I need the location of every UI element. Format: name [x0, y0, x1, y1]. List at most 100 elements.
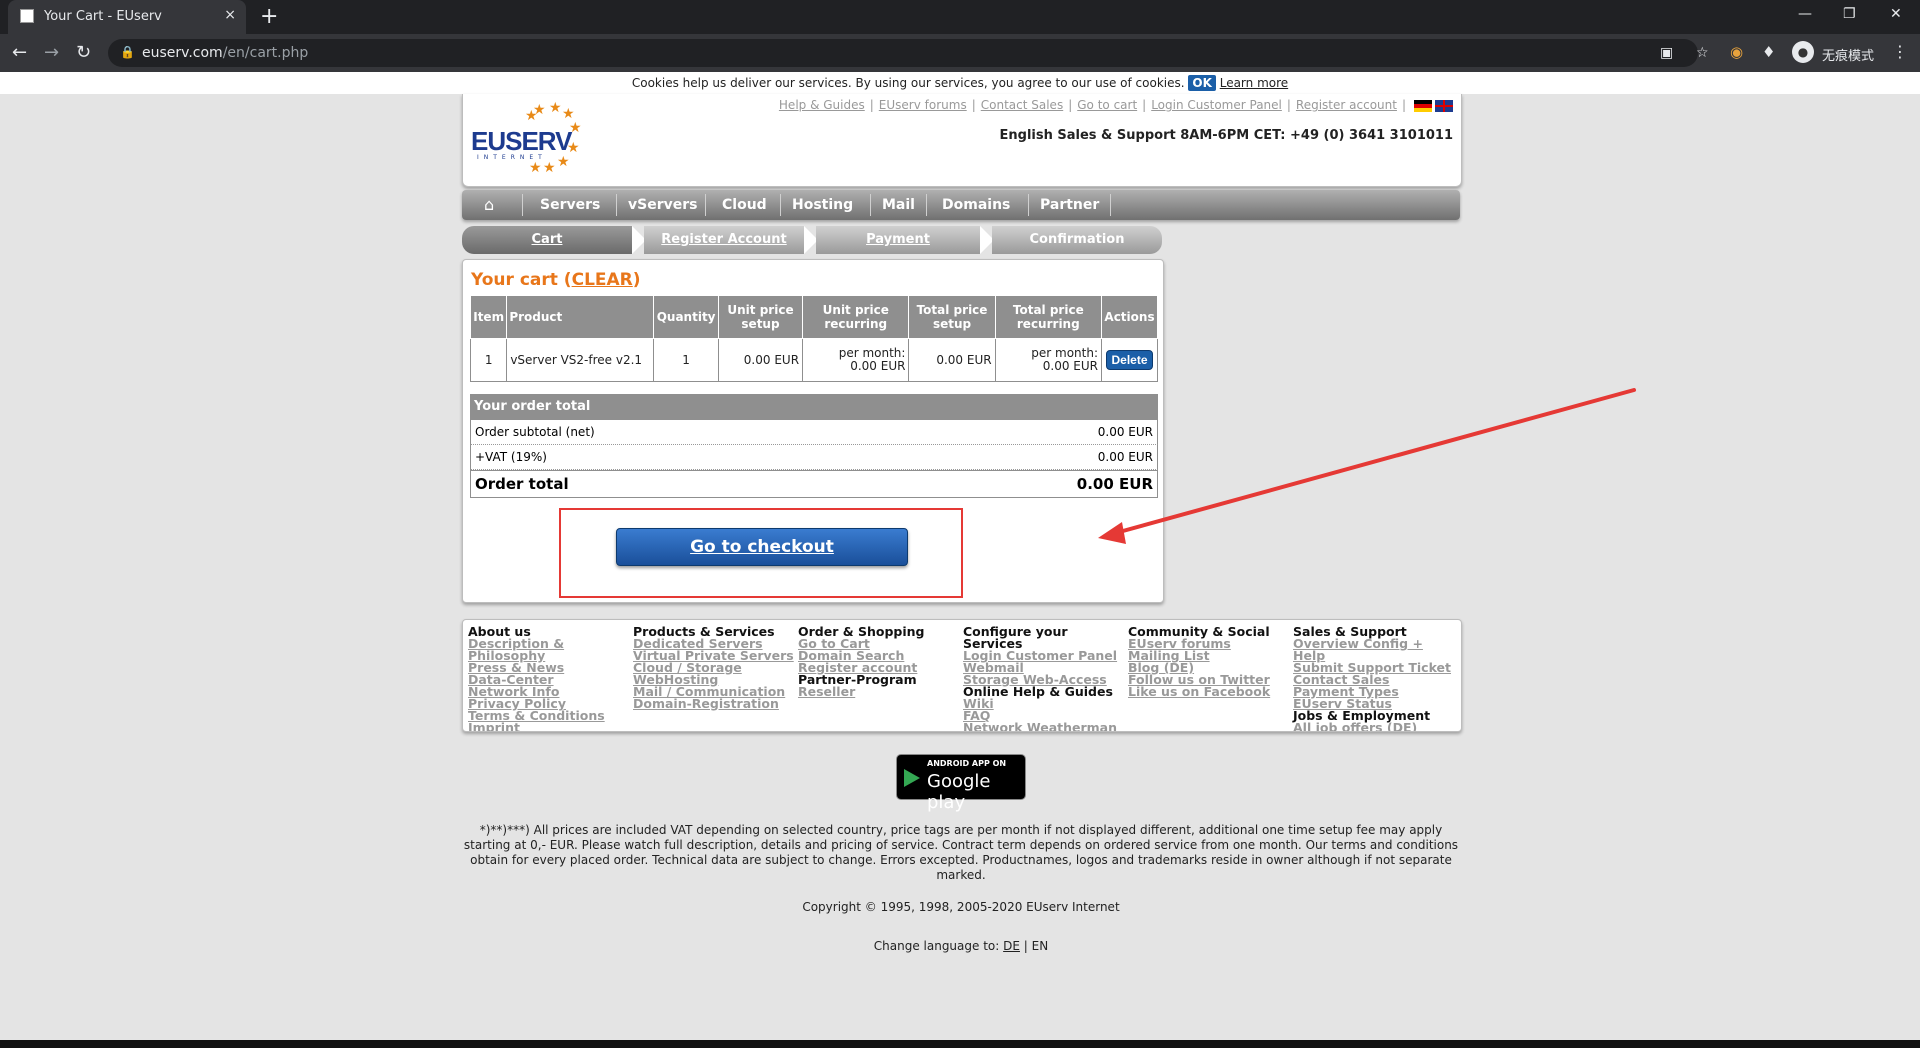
nav-hosting[interactable]: Hosting	[792, 197, 853, 213]
col-actions: Actions	[1101, 295, 1158, 339]
header-top-links: Help & Guides | EUserv forums | Contact Sale…	[779, 98, 1453, 112]
bookmark-star-icon[interactable]: ☆	[1696, 45, 1709, 61]
contact-sales-link[interactable]: Contact Sales	[981, 98, 1063, 112]
order-total-section: Your order total Order subtotal (net) 0.0…	[470, 394, 1158, 498]
order-vat-row: +VAT (19%) 0.00 EUR	[470, 445, 1158, 470]
logo-star-icon: ★	[543, 160, 556, 176]
site-header: ★ ★ ★ ★ ★ ★ ★ ★ ★ EUSERV INTERNET Help &…	[462, 94, 1462, 187]
cart-title: Your cart (CLEAR)	[471, 270, 641, 290]
register-account-link[interactable]: Register account	[1296, 98, 1397, 112]
nav-servers[interactable]: Servers	[540, 197, 600, 213]
nav-mail[interactable]: Mail	[882, 197, 915, 213]
browser-tab[interactable]: Your Cart - EUserv ×	[8, 0, 246, 34]
google-play-badge[interactable]: ANDROID APP ON Google play	[896, 754, 1026, 813]
go-to-checkout-button[interactable]: Go to checkout	[616, 528, 908, 566]
footer-link[interactable]: Imprint	[468, 721, 630, 731]
forward-icon[interactable]: →	[44, 42, 59, 63]
footer-col-order: Order & Shopping Go to Cart Domain Searc…	[798, 625, 960, 698]
browser-menu-icon[interactable]: ⋮	[1892, 42, 1908, 61]
checkout-steps: Cart Register Account Payment Confirmati…	[462, 226, 1162, 254]
cell-quantity: 1	[653, 338, 719, 382]
order-subtotal-row: Order subtotal (net) 0.00 EUR	[470, 420, 1158, 445]
cookie-learn-more-link[interactable]: Learn more	[1220, 76, 1288, 90]
logo-star-icon: ★	[549, 100, 562, 116]
footer-col-sales: Sales & Support Overview Config + Help S…	[1293, 625, 1455, 731]
euserv-logo[interactable]: ★ ★ ★ ★ ★ ★ ★ ★ ★ EUSERV INTERNET	[469, 100, 589, 180]
footer-col-about: About us Description & Philosophy Press …	[468, 625, 630, 731]
nav-vservers[interactable]: vServers	[628, 197, 697, 213]
footer-link[interactable]: Like us on Facebook	[1128, 685, 1290, 698]
delete-button[interactable]: Delete	[1106, 350, 1153, 370]
favicon-icon	[20, 9, 34, 23]
footer-link[interactable]: Domain-Registration	[633, 697, 795, 710]
logo-star-icon: ★	[525, 108, 538, 124]
tab-title: Your Cart - EUserv	[44, 9, 162, 24]
clear-cart-link[interactable]: CLEAR	[572, 270, 633, 290]
highlight-box: Go to checkout	[559, 508, 963, 598]
login-customer-panel-link[interactable]: Login Customer Panel	[1151, 98, 1282, 112]
browser-tab-bar: Your Cart - EUserv × + — ❐ ✕	[0, 0, 1920, 34]
window-close-icon[interactable]: ✕	[1890, 6, 1902, 22]
restore-icon[interactable]: ❐	[1843, 6, 1856, 22]
footer-link[interactable]: All job offers (DE)	[1293, 721, 1455, 731]
home-icon[interactable]: ⌂	[484, 195, 494, 214]
minimize-icon[interactable]: —	[1798, 6, 1812, 22]
translate-icon[interactable]: ▣	[1660, 45, 1673, 61]
col-product: Product	[506, 295, 655, 339]
logo-subtitle: INTERNET	[477, 154, 547, 161]
footer-link[interactable]: Network Weatherman	[963, 721, 1125, 731]
col-unit-setup: Unit price setup	[717, 295, 804, 339]
site-footer: About us Description & Philosophy Press …	[462, 619, 1462, 732]
footer-col-community: Community & Social EUserv forums Mailing…	[1128, 625, 1290, 698]
cell-actions: Delete	[1101, 338, 1158, 382]
col-item: Item	[469, 295, 508, 339]
footer-col-products: Products & Services Dedicated Servers Vi…	[633, 624, 795, 711]
cart-panel: Your cart (CLEAR) Item Product Quantity …	[462, 259, 1164, 603]
step-cart[interactable]: Cart	[462, 226, 632, 254]
go-to-cart-link[interactable]: Go to cart	[1077, 98, 1137, 112]
language-switcher: Change language to: DE | EN	[873, 939, 1049, 953]
english-flag-icon[interactable]	[1435, 99, 1453, 112]
extensions-puzzle-icon[interactable]: ♦	[1762, 43, 1775, 61]
tab-close-icon[interactable]: ×	[224, 7, 236, 23]
back-icon[interactable]: ←	[12, 42, 27, 63]
language-de-link[interactable]: DE	[1003, 939, 1020, 953]
cell-product: vServer VS2-free v2.1	[506, 338, 655, 382]
order-total-row: Order total 0.00 EUR	[470, 470, 1158, 498]
col-unit-recurring: Unit price recurring	[802, 295, 910, 339]
step-register-account[interactable]: Register Account	[644, 226, 804, 254]
logo-wordmark: EUSERV	[471, 126, 572, 156]
nav-partner[interactable]: Partner	[1040, 197, 1099, 213]
cell-item: 1	[469, 338, 508, 382]
footer-col-configure: Configure your Services Login Customer P…	[963, 625, 1125, 731]
browser-toolbar: ← → ↻ 🔒 euserv.com/en/cart.php ▣ ☆ ◉ ♦ ●…	[0, 34, 1920, 72]
cell-unit-setup: 0.00 EUR	[717, 338, 804, 382]
cell-total-setup: 0.00 EUR	[908, 338, 996, 382]
language-en: EN	[1031, 939, 1049, 953]
footer-link[interactable]: Reseller	[798, 685, 960, 698]
reload-icon[interactable]: ↻	[76, 42, 91, 63]
main-nav: ⌂ Servers vServers Cloud Hosting Mail Do…	[462, 190, 1460, 220]
col-total-setup: Total price setup	[908, 295, 996, 339]
nav-cloud[interactable]: Cloud	[722, 197, 767, 213]
url-text[interactable]: euserv.com/en/cart.php	[142, 45, 308, 61]
help-guides-link[interactable]: Help & Guides	[779, 98, 865, 112]
copyright: Copyright © 1995, 1998, 2005-2020 EUserv…	[802, 900, 1120, 914]
new-tab-icon[interactable]: +	[260, 4, 278, 29]
table-row: 1 vServer VS2-free v2.1 1 0.00 EUR per m…	[469, 338, 1158, 382]
incognito-profile[interactable]: ● 无痕模式	[1792, 39, 1902, 67]
step-payment[interactable]: Payment	[816, 226, 980, 254]
cookie-ok-button[interactable]: OK	[1188, 75, 1216, 91]
german-flag-icon[interactable]	[1414, 99, 1432, 112]
address-bar[interactable]: 🔒 euserv.com/en/cart.php ▣ ☆	[108, 39, 1709, 67]
nav-domains[interactable]: Domains	[942, 197, 1010, 213]
os-taskbar	[0, 1040, 1920, 1048]
col-quantity: Quantity	[653, 295, 719, 339]
extension-color-icon[interactable]: ◉	[1730, 43, 1743, 61]
support-hotline: English Sales & Support 8AM-6PM CET: +49…	[999, 128, 1453, 143]
step-confirmation: Confirmation	[992, 226, 1162, 254]
cell-total-recurring: per month: 0.00 EUR	[994, 338, 1103, 382]
forums-link[interactable]: EUserv forums	[879, 98, 967, 112]
lock-icon[interactable]: 🔒	[120, 45, 135, 59]
cart-table: Item Product Quantity Unit price setup U…	[469, 295, 1158, 382]
